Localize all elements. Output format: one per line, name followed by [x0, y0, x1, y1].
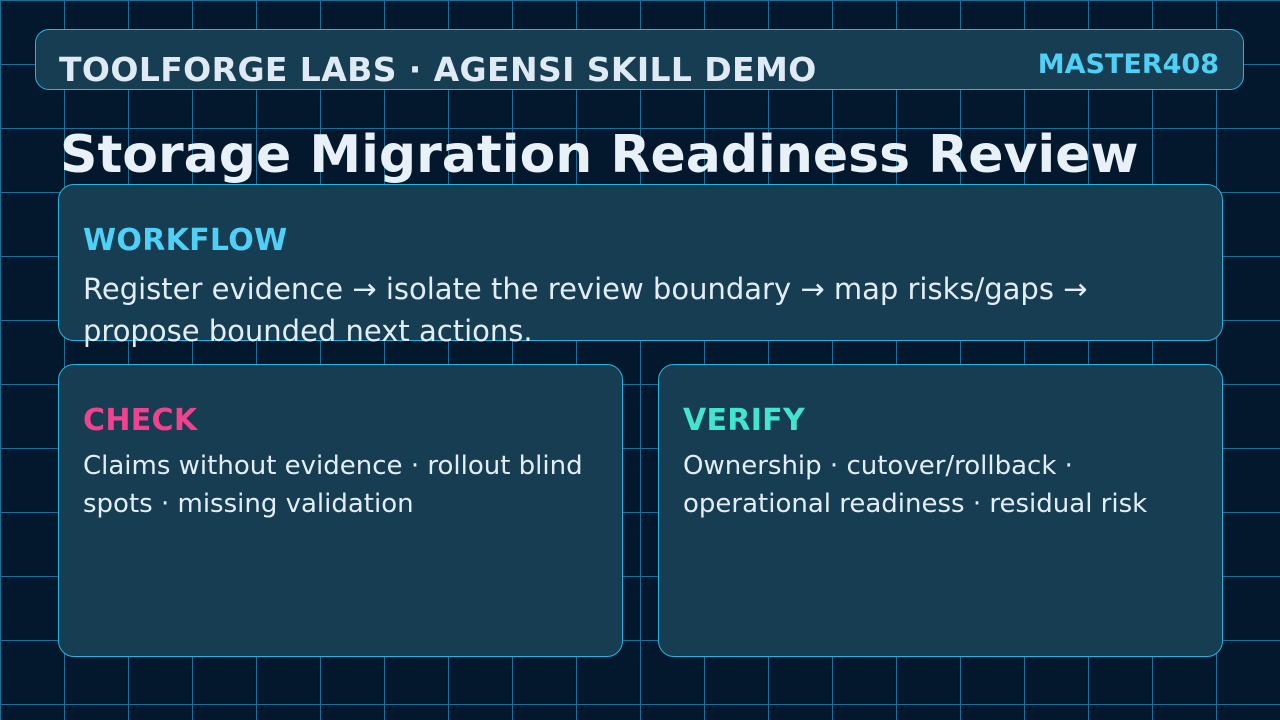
- check-card: CHECK Claims without evidence · rollout …: [58, 364, 623, 657]
- verify-card: VERIFY Ownership · cutover/rollback · op…: [658, 364, 1223, 657]
- demo-code-badge: MASTER408: [1037, 49, 1219, 80]
- workflow-heading: WORKFLOW: [83, 223, 288, 258]
- verify-heading: VERIFY: [683, 403, 805, 438]
- page-title: Storage Migration Readiness Review: [60, 125, 1139, 185]
- header-bar: TOOLFORGE LABS · AGENSI SKILL DEMO MASTE…: [35, 29, 1244, 90]
- workflow-description: Register evidence → isolate the review b…: [83, 272, 1088, 348]
- workflow-card: WORKFLOW Register evidence → isolate the…: [58, 184, 1223, 348]
- brand-title: TOOLFORGE LABS · AGENSI SKILL DEMO: [59, 50, 817, 89]
- check-description: Claims without evidence · rollout blind …: [83, 451, 583, 519]
- check-heading: CHECK: [83, 403, 198, 438]
- verify-description: Ownership · cutover/rollback · operation…: [683, 451, 1148, 519]
